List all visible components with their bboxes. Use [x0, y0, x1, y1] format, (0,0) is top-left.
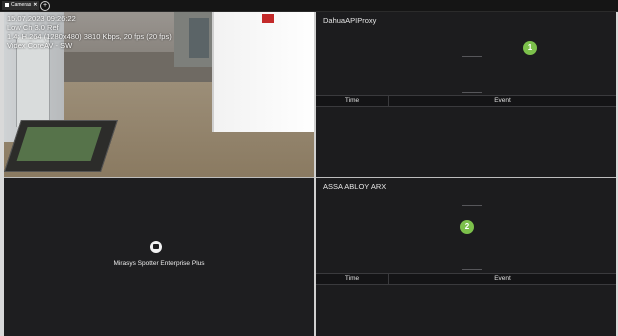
overlay-line-decoder: Videx CoreAV - SW — [7, 41, 73, 50]
event-panel-title: ASSA ABLOY ARX — [323, 182, 387, 191]
column-header-time[interactable]: Time — [316, 274, 389, 284]
event-panel-title: DahuaAPIProxy — [323, 16, 377, 25]
foosball-table — [4, 120, 118, 172]
overlay-line-timestamp: 15.07.2023 09:26:22 — [7, 14, 76, 23]
column-header-time[interactable]: Time — [316, 96, 389, 106]
placeholder-dash — [462, 56, 482, 57]
exit-sign — [262, 14, 274, 23]
video-info-overlay: 15.07.2023 09:26:22 Low Ch 3.0 Ref 1.4: … — [7, 14, 172, 50]
tab-bar: Cameras ✕ + — [0, 0, 618, 12]
event-table-header: Time Event — [316, 273, 616, 285]
placeholder-dash — [462, 205, 482, 206]
column-header-event[interactable]: Event — [389, 274, 616, 284]
overlay-line-stream: 1.4: H.264 (1280x480) 3810 Kbps, 20 fps … — [7, 32, 172, 41]
event-table-header: Time Event — [316, 95, 616, 107]
tab-close-icon[interactable]: ✕ — [33, 2, 37, 8]
overlay-line-camera: Low Ch 3.0 Ref — [7, 23, 59, 32]
placeholder-dash — [462, 92, 482, 93]
tab-cameras[interactable]: Cameras ✕ — [2, 1, 39, 10]
grid-divider-horizontal — [4, 177, 616, 178]
placeholder-dash — [462, 269, 482, 270]
camera-view-pane[interactable]: 15.07.2023 09:26:22 Low Ch 3.0 Ref 1.4: … — [4, 12, 314, 177]
camera-tab-icon — [5, 2, 9, 7]
badge-1: 1 — [523, 41, 537, 55]
column-header-event[interactable]: Event — [389, 96, 616, 106]
grid-divider-vertical — [314, 12, 316, 336]
event-panel-assa-abloy[interactable]: ASSA ABLOY ARX 2 Time Event — [316, 178, 616, 336]
plus-icon: + — [42, 2, 48, 9]
event-panel-dahua[interactable]: DahuaAPIProxy 1 Time Event — [316, 12, 616, 177]
spotter-pane[interactable]: Mirasys Spotter Enterprise Plus — [4, 178, 314, 336]
tab-cameras-label: Cameras — [11, 2, 32, 8]
spotter-label: Mirasys Spotter Enterprise Plus — [113, 260, 205, 267]
badge-2: 2 — [460, 220, 474, 234]
camera-icon — [150, 241, 162, 253]
video-grid: 15.07.2023 09:26:22 Low Ch 3.0 Ref 1.4: … — [4, 12, 616, 336]
add-tab-button[interactable]: + — [40, 1, 50, 11]
